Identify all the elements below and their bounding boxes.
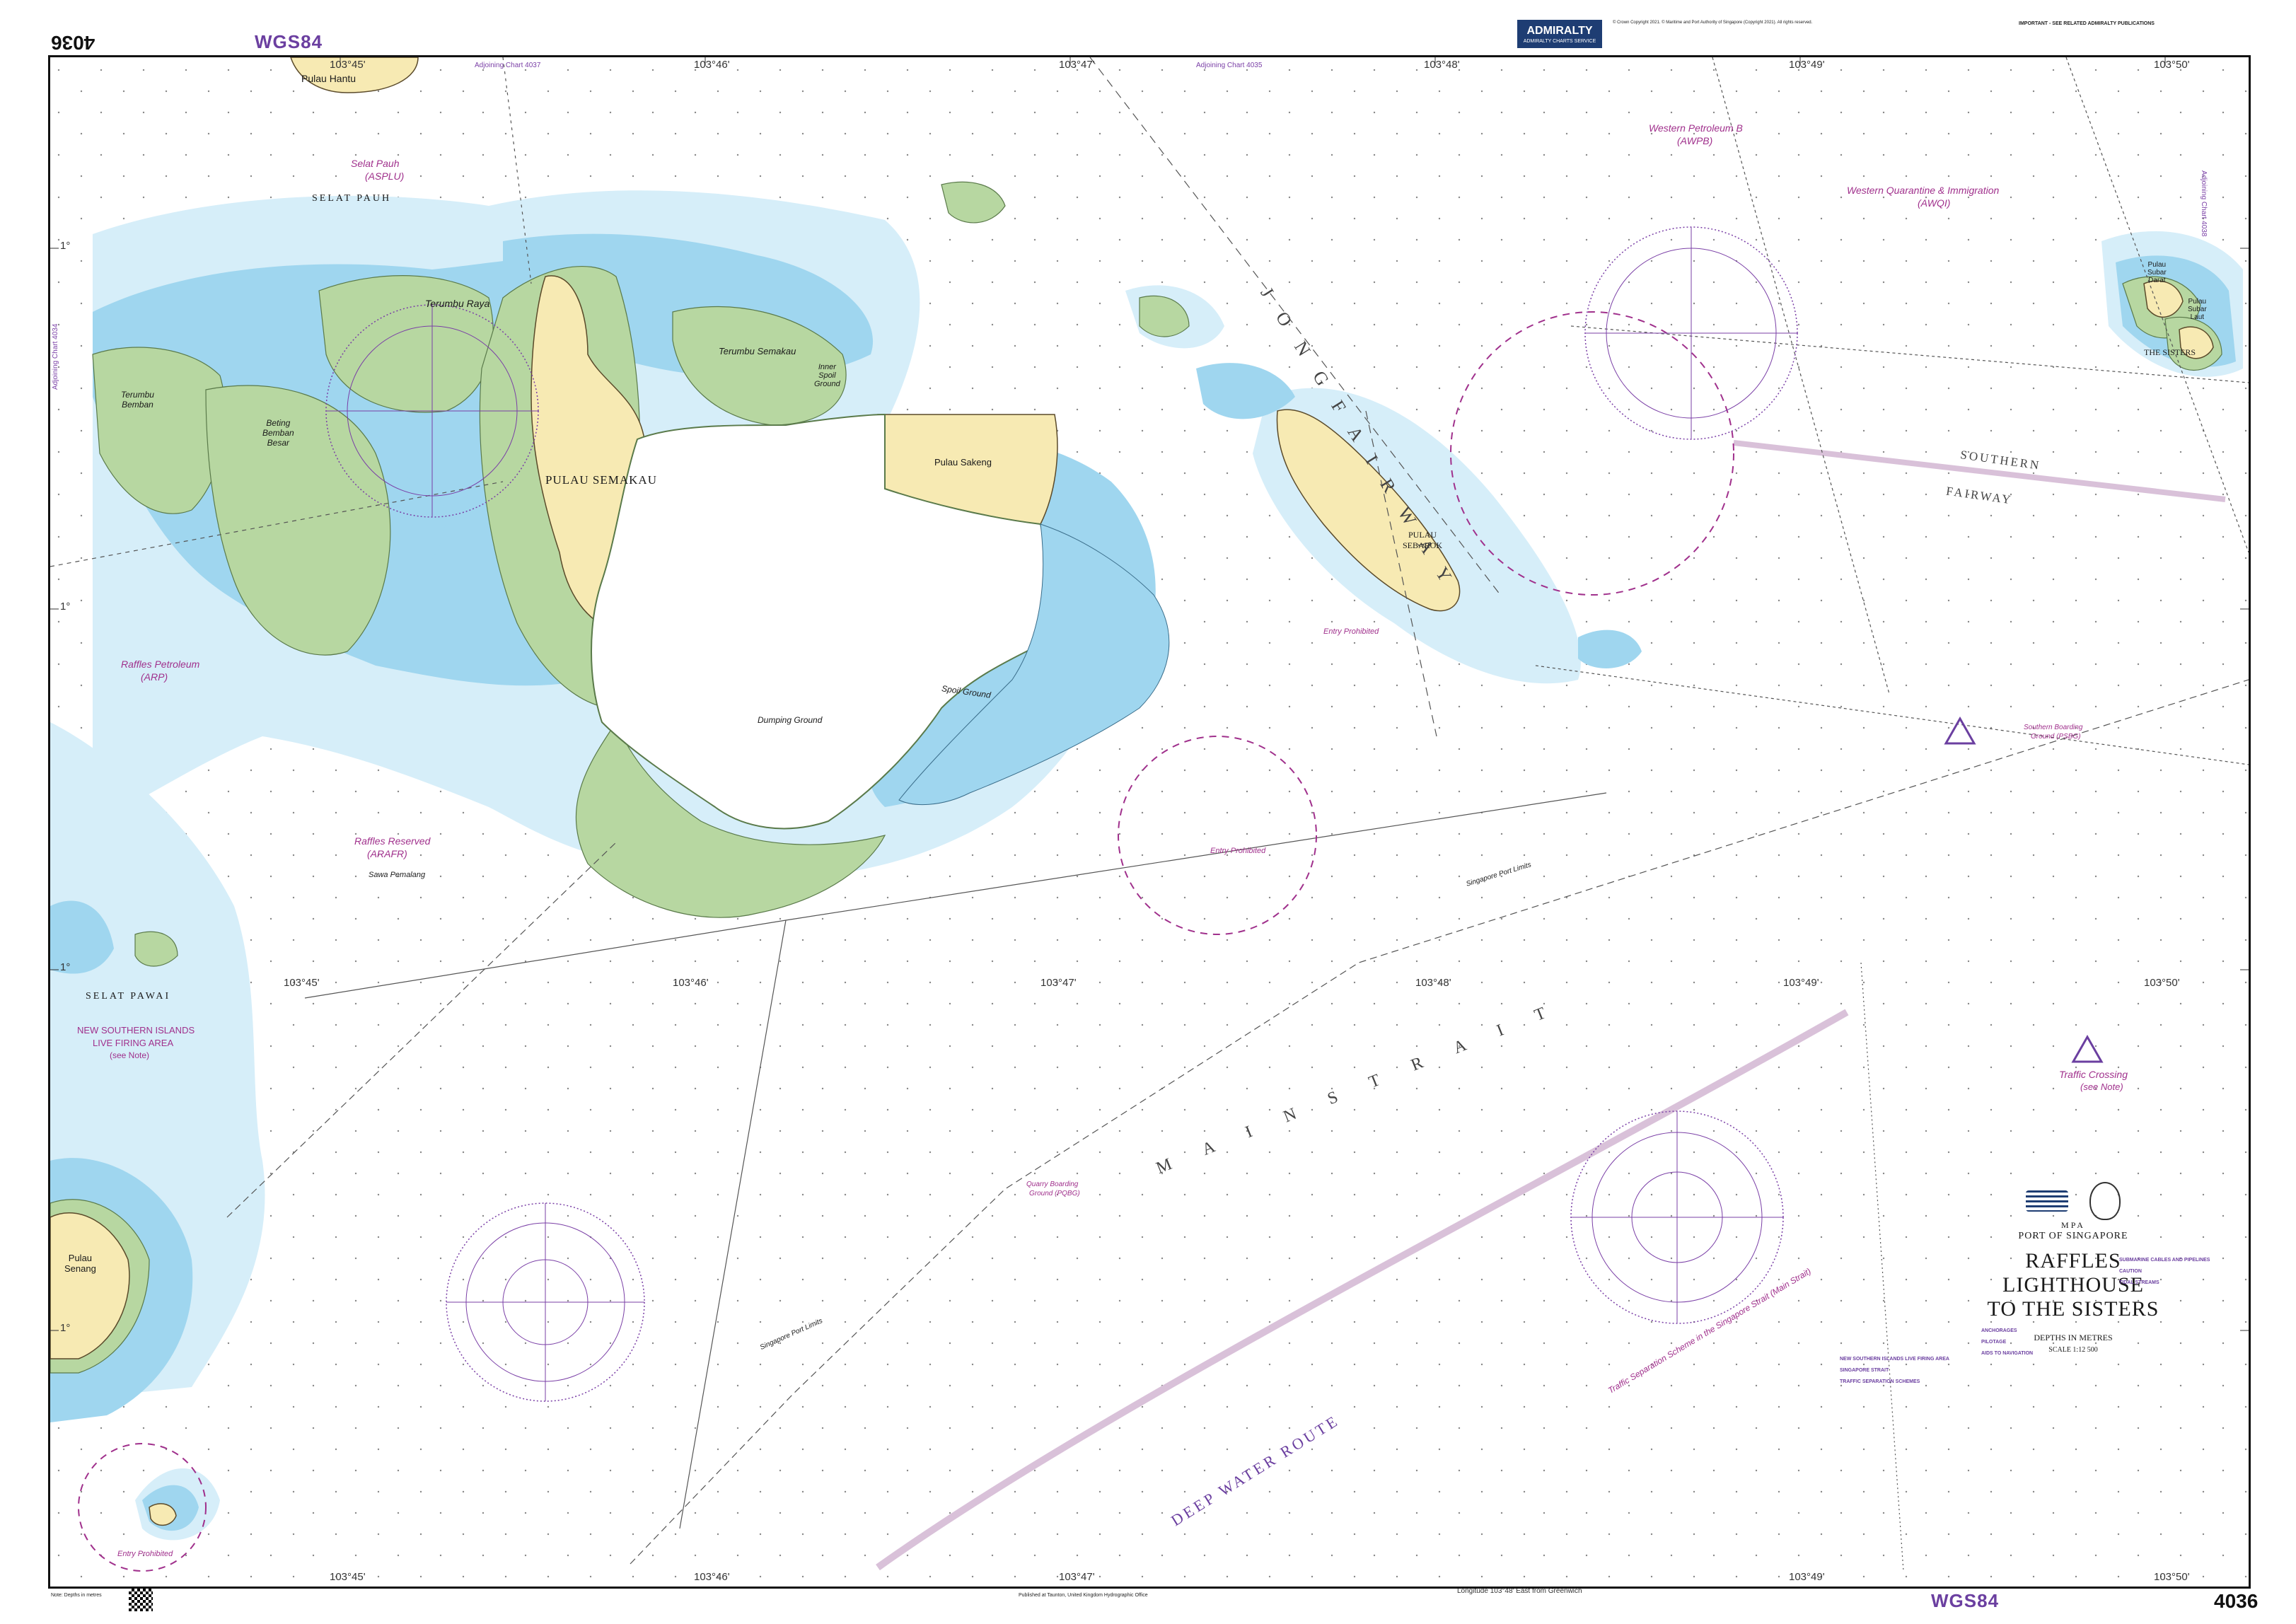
label-traffic-crossing: Traffic Crossing — [2059, 1069, 2128, 1080]
label-western-petroleum-b-code: (AWPB) — [1677, 135, 1713, 146]
lon-mid-1: 103°46' — [673, 977, 709, 989]
label-selat-pauh: SELAT PAUH — [312, 193, 392, 204]
note-heading-1: SINGAPORE STRAIT — [1840, 1368, 1889, 1373]
mpa-text: MPA — [2061, 1220, 2085, 1230]
chart-number-top: 4036 — [51, 32, 95, 54]
label-entry-prohibited-2: Entry Prohibited — [1210, 847, 1266, 855]
important-notice: IMPORTANT - SEE RELATED ADMIRALTY PUBLIC… — [2019, 21, 2155, 26]
label-selat-pawai: SELAT PAWAI — [86, 991, 171, 1002]
label-sawa-pemalang: Sawa Pemalang — [369, 871, 426, 879]
mpa-logo — [1953, 1182, 2193, 1220]
note-heading-5: AIDS TO NAVIGATION — [1981, 1351, 2034, 1356]
lat-left-2: 1° — [60, 961, 71, 973]
label-pulau-subar-darat: Pulau Subar Darat — [2147, 261, 2167, 284]
label-western-quarantine-code: (AWQI) — [1918, 197, 1951, 209]
adjoining-chart-right: Adjoining Chart 4038 — [2200, 170, 2208, 237]
lon-top-3: 103°48' — [1424, 59, 1460, 71]
admiralty-logo-text: ADMIRALTY — [1526, 24, 1593, 37]
lat-left-3: 1° — [60, 1322, 71, 1334]
admiralty-logo-sub: ADMIRALTY CHARTS SERVICE — [1523, 38, 1596, 44]
lon-bottom-4: 103°49' — [1789, 1571, 1825, 1583]
note-heading-8: TIDAL STREAMS — [2119, 1280, 2159, 1285]
label-nsi-live-firing-3: (see Note) — [110, 1050, 150, 1060]
publisher-note: Published at Taunton, United Kingdom Hyd… — [1019, 1593, 1148, 1598]
note-heading-4: PILOTAGE — [1981, 1340, 2007, 1345]
lon-mid-2: 103°47' — [1040, 977, 1077, 989]
lon-top-4: 103°49' — [1789, 59, 1825, 71]
note-heading-6: SUBMARINE CABLES AND PIPELINES — [2119, 1258, 2210, 1263]
lon-top-2: 103°47' — [1059, 59, 1095, 71]
adjoining-chart-top-right: Adjoining Chart 4035 — [1196, 62, 1263, 69]
label-selat-pauh-code: (ASPLU) — [365, 170, 405, 182]
label-the-sisters: THE SISTERS — [2144, 347, 2196, 357]
chart-frame: 103°45' 103°46' 103°47' 103°48' 103°49' … — [48, 55, 2251, 1589]
label-pulau-sakeng: Pulau Sakeng — [934, 457, 992, 468]
label-entry-prohibited-1: Entry Prohibited — [1323, 627, 1379, 636]
adjoining-chart-left: Adjoining Chart 4034 — [52, 323, 59, 390]
label-raffles-reserved-code: (ARAFR) — [367, 848, 407, 859]
label-raffles-petroleum: Raffles Petroleum — [121, 659, 200, 670]
label-pulau-semakau: PULAU SEMAKAU — [545, 473, 657, 487]
label-terumbu-semakau: Terumbu Semakau — [719, 346, 796, 356]
lon-bottom-1: 103°46' — [694, 1571, 730, 1583]
admiralty-logo: ADMIRALTY ADMIRALTY CHARTS SERVICE — [1517, 20, 1602, 48]
label-pulau-subar-laut: Pulau Subar Laut — [2188, 298, 2207, 321]
lon-mid-0: 103°45' — [284, 977, 320, 989]
label-quarry-boarding: Quarry Boarding — [1026, 1181, 1079, 1188]
lon-bottom-2: 103°47' — [1059, 1571, 1095, 1583]
label-entry-prohibited-3: Entry Prohibited — [117, 1550, 173, 1558]
label-dumping-ground: Dumping Ground — [758, 715, 823, 725]
lon-top-5: 103°50' — [2154, 59, 2190, 71]
label-beting-bemban-besar: Beting Bemban Besar — [262, 418, 294, 448]
copyright-notice: © Crown Copyright 2021. © Maritime and P… — [1613, 21, 1813, 25]
datum-label-top: WGS84 — [255, 31, 323, 52]
notes-column-2: ANCHORAGES PILOTAGE AIDS TO NAVIGATION — [1981, 1323, 2109, 1536]
lat-left-1: 1° — [60, 601, 71, 613]
lon-bottom-0: 103°45' — [330, 1571, 366, 1583]
label-traffic-crossing-note: (see Note) — [2080, 1081, 2123, 1092]
lon-top-0: 103°45' — [330, 59, 366, 71]
label-inner-spoil-ground: Inner Spoil Ground — [814, 363, 840, 388]
lon-mid-5: 103°50' — [2144, 977, 2180, 989]
chart-page: 4036 WGS84 ADMIRALTY ADMIRALTY CHARTS SE… — [0, 0, 2296, 1624]
lon-mid-3: 103°48' — [1415, 977, 1451, 989]
qr-code — [129, 1587, 153, 1611]
label-southern-boarding-2: Ground (PSBG) — [2031, 733, 2081, 741]
mpa-wave-icon — [2026, 1190, 2068, 1212]
label-western-quarantine: Western Quarantine & Immigration — [1847, 185, 2000, 196]
notes-column-1: NEW SOUTHERN ISLANDS LIVE FIRING AREA SI… — [1840, 1352, 1967, 1564]
note-heading-3: ANCHORAGES — [1981, 1328, 2017, 1333]
label-raffles-petroleum-code: (ARP) — [141, 671, 168, 683]
label-terumbu-bemban: Terumbu Bemban — [121, 390, 154, 410]
datum-label-bottom: WGS84 — [1931, 1590, 2000, 1611]
label-nsi-live-firing-1: NEW SOUTHERN ISLANDS — [77, 1025, 195, 1036]
notes-column-3: SUBMARINE CABLES AND PIPELINES CAUTION T… — [2119, 1253, 2243, 1536]
label-terumbu-raya: Terumbu Raya — [425, 298, 490, 309]
title-port: PORT OF SINGAPORE — [2018, 1231, 2128, 1241]
label-pulau-senang: Pulau Senang — [64, 1253, 96, 1274]
lon-top-1: 103°46' — [694, 59, 730, 71]
crest-icon — [2089, 1182, 2121, 1220]
footer-small: Note: Depths in metres — [51, 1593, 102, 1598]
lat-left-0: 1° — [60, 240, 71, 252]
label-pulau-hantu: Pulau Hantu — [301, 73, 356, 84]
note-heading-0: NEW SOUTHERN ISLANDS LIVE FIRING AREA — [1840, 1357, 1949, 1362]
lon-mid-4: 103°49' — [1783, 977, 1819, 989]
label-quarry-boarding-2: Ground (PQBG) — [1029, 1190, 1080, 1197]
note-heading-2: TRAFFIC SEPARATION SCHEMES — [1840, 1379, 1920, 1384]
label-southern-boarding: Southern Boarding — [2024, 724, 2083, 731]
chart-number-bottom: 4036 — [2214, 1590, 2259, 1612]
label-raffles-reserved: Raffles Reserved — [354, 835, 431, 847]
adjoining-chart-top-left: Adjoining Chart 4037 — [475, 62, 541, 69]
label-western-petroleum-b: Western Petroleum B — [1649, 122, 1743, 134]
note-heading-7: CAUTION — [2119, 1269, 2142, 1274]
label-nsi-live-firing-2: LIVE FIRING AREA — [93, 1038, 174, 1048]
label-selat-pauh-anchorage: Selat Pauh — [351, 158, 400, 169]
lon-bottom-5: 103°50' — [2154, 1571, 2190, 1583]
